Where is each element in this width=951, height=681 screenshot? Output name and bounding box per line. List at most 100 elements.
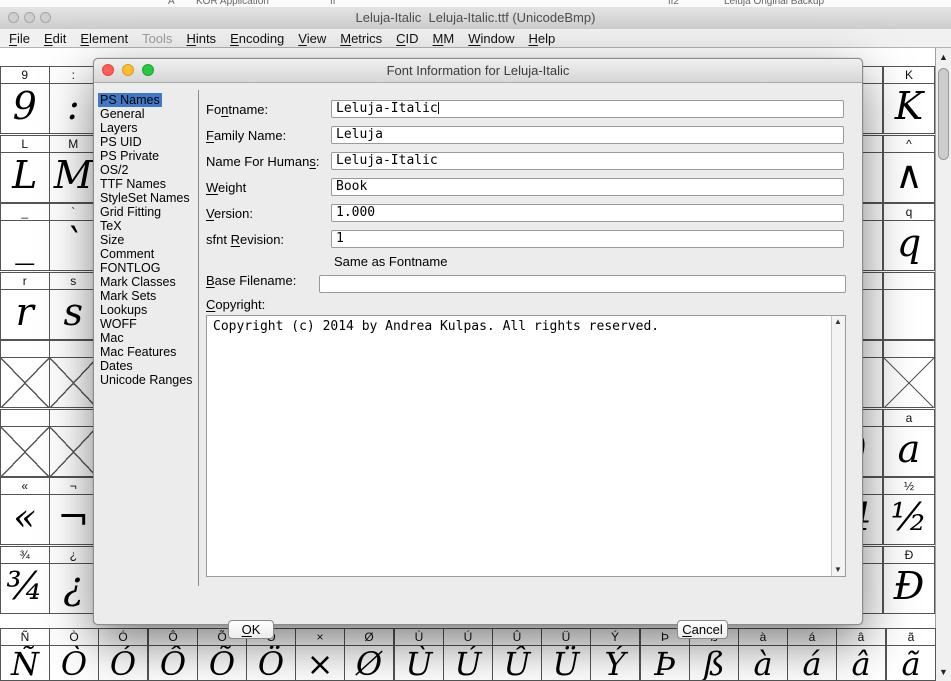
- glyph-cell-partial-7[interactable]: [862, 546, 883, 614]
- glyph-cell-partial-6[interactable]: 4: [862, 477, 883, 545]
- glyph-cell--[interactable]: ØØ: [344, 628, 394, 681]
- sidebar-item-mac[interactable]: Mac: [98, 331, 196, 345]
- glyph-cell---r7[interactable]: ÐÐ: [883, 546, 935, 614]
- glyph-cell--[interactable]: ââ: [836, 628, 886, 681]
- copyright-scroll-up-icon[interactable]: ▲: [832, 316, 844, 328]
- glyph-cell---7-1[interactable]: ¿ ¿: [48, 546, 98, 614]
- copyright-textarea[interactable]: Copyright (c) 2014 by Andrea Kulpas. All…: [206, 315, 846, 577]
- glyph-cell--[interactable]: ÜÜ: [541, 628, 591, 681]
- sidebar-item-ps-uid[interactable]: PS UID: [98, 135, 196, 149]
- copyright-scrollbar[interactable]: ▲ ▼: [831, 316, 845, 576]
- glyph-cell--[interactable]: àà: [738, 628, 788, 681]
- menu-element[interactable]: Element: [80, 31, 128, 46]
- scroll-down-icon[interactable]: ▼: [936, 665, 951, 679]
- glyph-cell-blank-4-1[interactable]: [48, 340, 98, 408]
- glyph-cell--[interactable]: ÓÓ: [98, 628, 148, 681]
- sidebar-item-woff[interactable]: WOFF: [98, 317, 196, 331]
- menu-hints[interactable]: Hints: [186, 31, 216, 46]
- cancel-button[interactable]: Cancel: [677, 620, 728, 639]
- glyph-cell--[interactable]: ÙÙ: [394, 628, 444, 681]
- scrollbar-thumb[interactable]: [938, 68, 949, 160]
- glyph-cell---7-0[interactable]: ¾¾: [0, 546, 50, 614]
- sidebar-item-mac-features[interactable]: Mac Features: [98, 345, 196, 359]
- glyph-cell--[interactable]: ÔÔ: [148, 628, 198, 681]
- sidebar-item-layers[interactable]: Layers: [98, 121, 196, 135]
- sidebar-item-comment[interactable]: Comment: [98, 247, 196, 261]
- glyph-cell---r6[interactable]: ½½: [883, 477, 935, 545]
- text-input-weight[interactable]: Book: [331, 178, 844, 196]
- glyph-cell---r1[interactable]: ^ ∧: [883, 135, 935, 203]
- dialog-titlebar[interactable]: Font Information for Leluja-Italic: [94, 59, 862, 83]
- menu-metrics[interactable]: Metrics: [340, 31, 382, 46]
- glyph-cell---0-1[interactable]: ::: [48, 66, 98, 134]
- glyph-cell---6-0[interactable]: ««: [0, 477, 50, 545]
- glyph-cell-partial-1[interactable]: [862, 135, 883, 203]
- scroll-up-icon[interactable]: ▲: [936, 50, 951, 64]
- base-filename-input[interactable]: [319, 275, 846, 293]
- glyph-cell-blank-5-0[interactable]: [0, 409, 50, 477]
- glyph-cell--[interactable]: áá: [787, 628, 837, 681]
- glyph-cell-blank-4-0[interactable]: [0, 340, 50, 408]
- sidebar-item-grid-fitting[interactable]: Grid Fitting: [98, 205, 196, 219]
- sidebar-item-mark-sets[interactable]: Mark Sets: [98, 289, 196, 303]
- text-input-family-name-[interactable]: Leluja: [331, 126, 844, 144]
- menu-mm[interactable]: MM: [433, 31, 455, 46]
- glyph-cell--[interactable]: ÛÛ: [492, 628, 542, 681]
- grid-scrollbar[interactable]: ▲ ▼: [935, 48, 951, 681]
- sidebar-item-ps-names[interactable]: PS Names: [98, 93, 196, 107]
- glyph-cell--[interactable]: ÑÑ: [0, 628, 50, 681]
- glyph-cell-blank-r4[interactable]: [883, 340, 935, 408]
- sidebar-item-size[interactable]: Size: [98, 233, 196, 247]
- sidebar-item-tex[interactable]: TeX: [98, 219, 196, 233]
- text-input-sfnt-revision-[interactable]: 1: [331, 230, 844, 248]
- glyph-cell---2-0[interactable]: _ _: [0, 203, 50, 271]
- glyph-cell-q-r2[interactable]: qq: [883, 203, 935, 271]
- glyph-cell-blank-r3[interactable]: [883, 272, 935, 340]
- glyph-cell-r-3-0[interactable]: rr: [0, 272, 50, 340]
- menu-view[interactable]: View: [298, 31, 326, 46]
- ok-button[interactable]: OK: [228, 620, 274, 639]
- glyph-cell-partial-3[interactable]: [862, 272, 883, 340]
- sidebar-item-lookups[interactable]: Lookups: [98, 303, 196, 317]
- glyph-cell--[interactable]: ãã: [886, 628, 936, 681]
- glyph-cell-partial-4[interactable]: [862, 340, 883, 408]
- glyph-cell-partial-2[interactable]: [862, 203, 883, 271]
- sidebar-item-unicode-ranges[interactable]: Unicode Ranges: [98, 373, 196, 387]
- menu-cid[interactable]: CID: [396, 31, 418, 46]
- sidebar-item-ttf-names[interactable]: TTF Names: [98, 177, 196, 191]
- glyph-cell--[interactable]: ÚÚ: [443, 628, 493, 681]
- glyph-cell-a-r5[interactable]: aa: [883, 409, 935, 477]
- text-input-name-for-humans-[interactable]: Leluja-Italic: [331, 152, 844, 170]
- sidebar-item-fontlog[interactable]: FONTLOG: [98, 261, 196, 275]
- menu-edit[interactable]: Edit: [44, 31, 66, 46]
- glyph-cell--[interactable]: ÝÝ: [590, 628, 640, 681]
- dialog-minimize-icon[interactable]: [122, 64, 134, 76]
- main-window-titlebar[interactable]: Leluja-Italic Leluja-Italic.ttf (Unicode…: [0, 7, 951, 30]
- menu-help[interactable]: Help: [528, 31, 555, 46]
- glyph-cell---2-1[interactable]: ` `: [48, 203, 98, 271]
- text-input-version-[interactable]: 1.000: [331, 204, 844, 222]
- glyph-cell--[interactable]: × ×: [295, 628, 345, 681]
- glyph-cell-blank-5-1[interactable]: [48, 409, 98, 477]
- sidebar-item-styleset-names[interactable]: StyleSet Names: [98, 191, 196, 205]
- menu-encoding[interactable]: Encoding: [230, 31, 284, 46]
- menu-file[interactable]: File: [9, 31, 30, 46]
- sidebar-item-mark-classes[interactable]: Mark Classes: [98, 275, 196, 289]
- sidebar-item-dates[interactable]: Dates: [98, 359, 196, 373]
- glyph-cell--[interactable]: ÒÒ: [49, 628, 99, 681]
- glyph-cell---6-1[interactable]: ¬ ¬: [48, 477, 98, 545]
- glyph-cell-k-r0[interactable]: KK: [883, 66, 935, 134]
- glyph-cell-s-3-1[interactable]: ss: [48, 272, 98, 340]
- text-input-fontname-[interactable]: Leluja-Italic: [331, 100, 844, 118]
- sidebar-item-os-2[interactable]: OS/2: [98, 163, 196, 177]
- glyph-cell-partial-5[interactable]: ): [862, 409, 883, 477]
- menu-window[interactable]: Window: [468, 31, 514, 46]
- dialog-zoom-icon[interactable]: [142, 64, 154, 76]
- glyph-cell-m-1-1[interactable]: MM: [48, 135, 98, 203]
- dialog-close-icon[interactable]: [102, 64, 114, 76]
- sidebar-item-general[interactable]: General: [98, 107, 196, 121]
- copyright-scroll-down-icon[interactable]: ▼: [832, 564, 844, 576]
- glyph-cell-9-0-0[interactable]: 99: [0, 66, 50, 134]
- sidebar-item-ps-private[interactable]: PS Private: [98, 149, 196, 163]
- glyph-cell-partial-0[interactable]: [862, 66, 883, 134]
